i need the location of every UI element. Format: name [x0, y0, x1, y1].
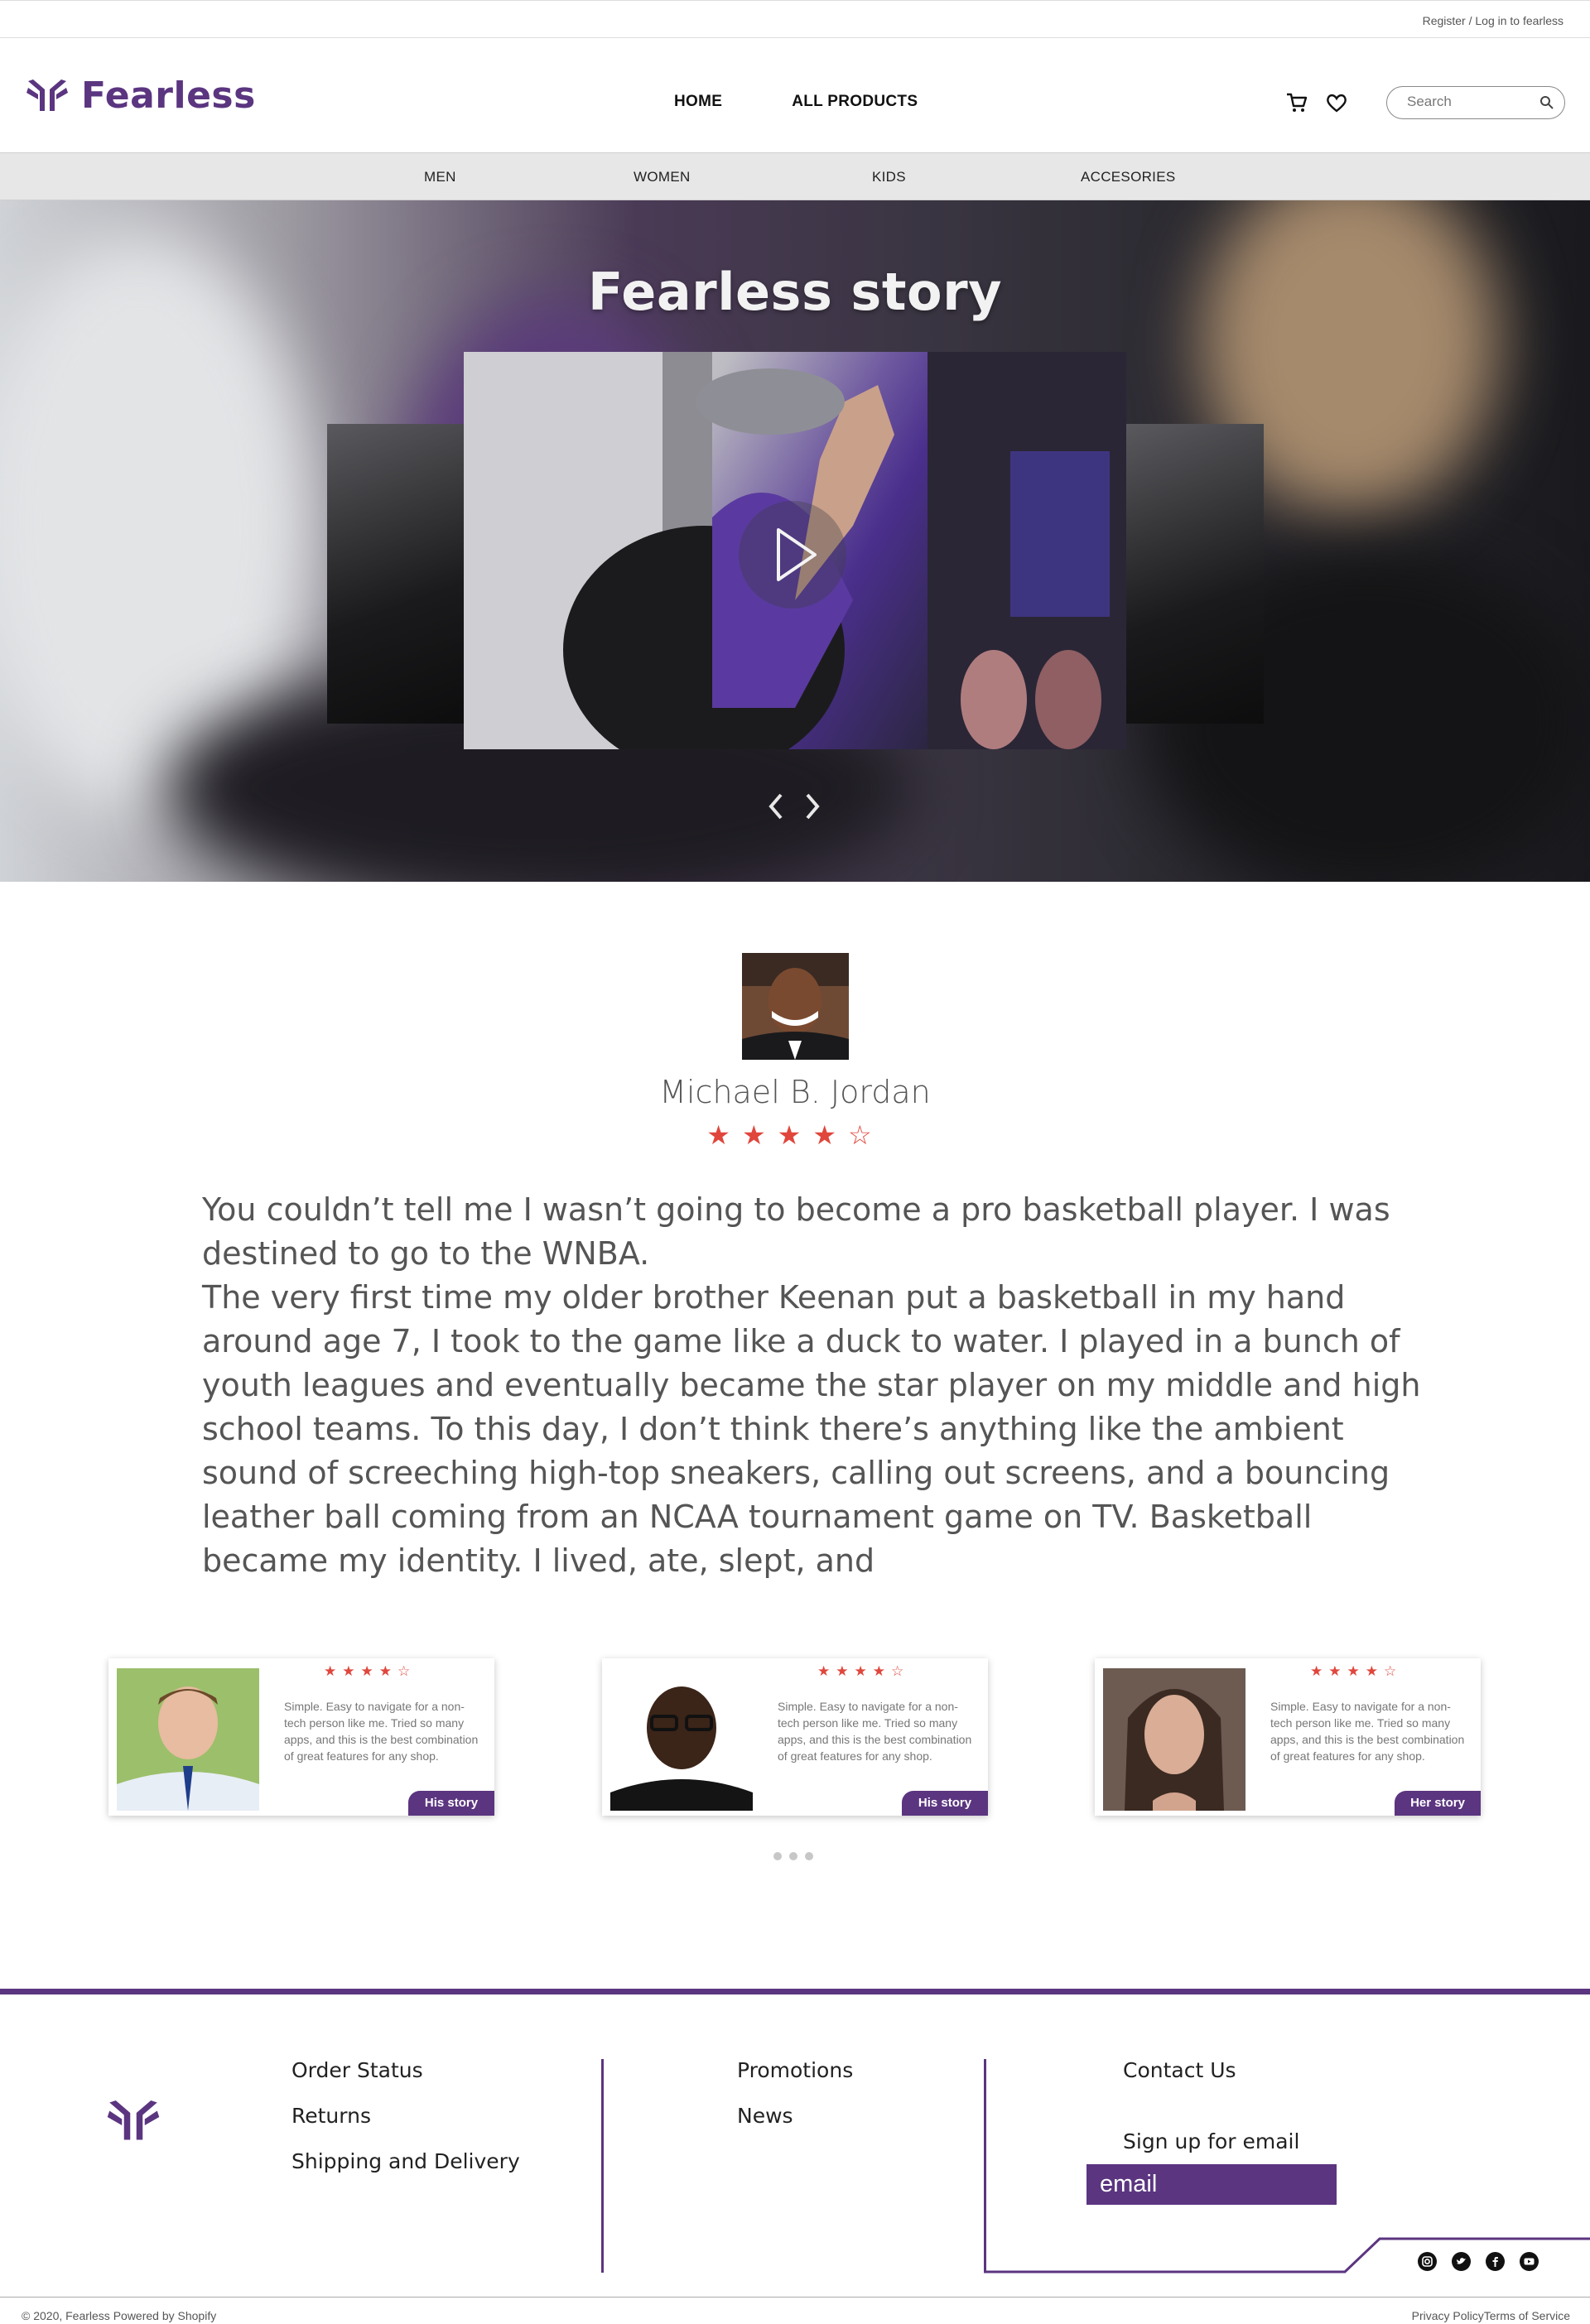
testimonial-stars: ★★★★☆ — [1310, 1663, 1403, 1680]
testimonial-photo — [610, 1668, 753, 1811]
category-nav: MEN WOMEN KIDS ACCESORIES — [0, 152, 1590, 200]
email-input[interactable] — [1086, 2164, 1337, 2205]
pagination-dot[interactable] — [789, 1852, 797, 1860]
pagination-dot[interactable] — [805, 1852, 813, 1860]
story-person-name: Michael B. Jordan — [659, 1074, 931, 1110]
main-nav: HOME ALL PRODUCTS — [674, 93, 918, 111]
email-signup-box — [1086, 2164, 1337, 2205]
footer-link-returns[interactable]: Returns — [292, 2104, 371, 2128]
nav-all-products[interactable]: ALL PRODUCTS — [792, 93, 918, 111]
testimonial-photo — [117, 1668, 259, 1811]
facebook-icon[interactable] — [1486, 2252, 1505, 2271]
footer-link-news[interactable]: News — [737, 2104, 793, 2128]
carousel-arrows — [766, 792, 822, 821]
brand-name: Fearless — [81, 75, 256, 117]
nav-home[interactable]: HOME — [674, 93, 722, 111]
story-portrait — [742, 953, 849, 1060]
instagram-icon[interactable] — [1418, 2252, 1437, 2271]
terms-of-service-link[interactable]: Terms of Service — [1484, 2309, 1570, 2322]
footer-link-contact[interactable]: Contact Us — [1123, 2058, 1236, 2082]
story-paragraph: You couldn’t tell me I wasn’t going to b… — [202, 1191, 1390, 1272]
pagination-dot[interactable] — [773, 1852, 782, 1860]
heart-icon[interactable] — [1325, 91, 1348, 114]
legal-links: Privacy Policy Terms of Service — [1412, 2309, 1570, 2322]
brand-logo[interactable]: Fearless — [25, 75, 256, 117]
testimonial-stars: ★★★★☆ — [324, 1663, 417, 1680]
testimonial-text: Simple. Easy to navigate for a non-tech … — [778, 1700, 972, 1763]
twitter-icon[interactable] — [1452, 2252, 1471, 2271]
carousel-pagination — [773, 1852, 813, 1860]
testimonial-text: Simple. Easy to navigate for a non-tech … — [284, 1700, 479, 1763]
chevron-left-icon[interactable] — [766, 792, 786, 821]
person-photo — [117, 1668, 259, 1811]
testimonial-card: ★★★★☆ Simple. Easy to navigate for a non… — [602, 1658, 988, 1816]
story-text: You couldn’t tell me I wasn’t going to b… — [202, 1188, 1428, 1583]
story-paragraph: The very first time my older brother Kee… — [202, 1279, 1421, 1579]
person-photo — [1103, 1668, 1246, 1811]
story-button[interactable]: Her story — [1395, 1791, 1481, 1816]
testimonial-card: ★★★★☆ Simple. Easy to navigate for a non… — [108, 1658, 494, 1816]
portrait-image — [742, 953, 849, 1060]
play-button[interactable] — [739, 501, 846, 609]
testimonial-photo — [1103, 1668, 1246, 1811]
privacy-policy-link[interactable]: Privacy Policy — [1412, 2309, 1484, 2322]
cart-icon[interactable] — [1285, 91, 1308, 114]
youtube-icon[interactable] — [1520, 2252, 1539, 2271]
footer-link-order-status[interactable]: Order Status — [292, 2058, 423, 2082]
testimonial-text: Simple. Easy to navigate for a non-tech … — [1270, 1700, 1465, 1763]
hero-banner: Fearless story — [0, 200, 1590, 882]
search-icon[interactable] — [1539, 95, 1554, 110]
search-box — [1386, 86, 1565, 119]
top-utility-bar: Register / Log in to fearless — [0, 0, 1590, 38]
category-men[interactable]: MEN — [424, 169, 456, 185]
site-header: Fearless HOME ALL PRODUCTS — [0, 38, 1590, 152]
play-icon — [777, 528, 817, 581]
carousel-slide-prev[interactable] — [327, 424, 465, 724]
footer-divider — [0, 1989, 1590, 1994]
category-women[interactable]: WOMEN — [634, 169, 691, 185]
category-kids[interactable]: KIDS — [872, 169, 906, 185]
bottom-bar: © 2020, Fearless Powered by Shopify Priv… — [0, 2297, 1590, 2324]
footer-link-promotions[interactable]: Promotions — [737, 2058, 853, 2082]
category-accesories[interactable]: ACCESORIES — [1081, 169, 1175, 185]
email-signup-label: Sign up for email — [1123, 2129, 1300, 2153]
chevron-right-icon[interactable] — [802, 792, 822, 821]
testimonial-stars: ★★★★☆ — [817, 1663, 910, 1680]
fearless-logo-icon — [26, 79, 68, 111]
carousel-slide-next[interactable] — [1126, 424, 1264, 724]
footer-link-shipping[interactable]: Shipping and Delivery — [292, 2149, 520, 2173]
story-button[interactable]: His story — [408, 1791, 494, 1816]
person-photo — [610, 1668, 753, 1811]
story-rating-stars: ★★★★☆ — [706, 1119, 884, 1151]
hero-title: Fearless story — [587, 262, 1003, 322]
carousel-slide-active[interactable] — [464, 352, 1126, 749]
header-icons — [1285, 91, 1348, 114]
social-links — [1418, 2252, 1539, 2271]
copyright-text: © 2020, Fearless Powered by Shopify — [22, 2309, 217, 2322]
register-login-link[interactable]: Register / Log in to fearless — [1423, 14, 1564, 27]
testimonial-card: ★★★★☆ Simple. Easy to navigate for a non… — [1095, 1658, 1481, 1816]
search-input[interactable] — [1407, 87, 1548, 117]
footer-logo-icon[interactable] — [104, 2096, 162, 2146]
footer-column-divider — [601, 2059, 604, 2273]
story-button[interactable]: His story — [902, 1791, 988, 1816]
